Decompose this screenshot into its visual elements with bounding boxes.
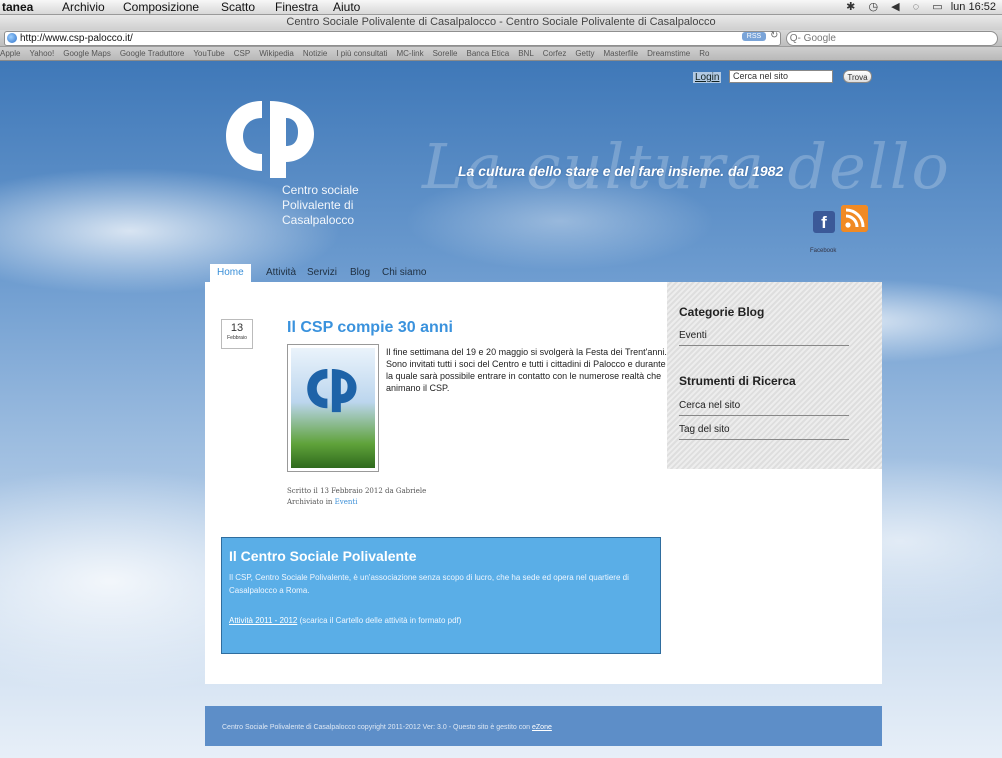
post-thumbnail[interactable] [287, 344, 379, 472]
activities-pdf-link[interactable]: Attività 2011 - 2012 [229, 616, 297, 625]
nav-blog[interactable]: Blog [350, 264, 370, 282]
sidebar-heading-tools: Strumenti di Ricerca [679, 374, 796, 388]
bookmark-item[interactable]: Corfez [543, 49, 567, 58]
bookmark-item[interactable]: I più consultati [336, 49, 387, 58]
nav-attivita[interactable]: Attività [266, 264, 296, 282]
logo-caption: Centro sociale Polivalente di Casalpaloc… [282, 183, 359, 228]
nav-chi-siamo[interactable]: Chi siamo [382, 264, 426, 282]
footer-copyright: Centro Sociale Polivalente di Casalpaloc… [222, 724, 531, 731]
menubar-clock[interactable]: lun 16:52 [951, 1, 996, 13]
bluetooth-icon[interactable]: ✱ [846, 0, 855, 14]
about-download: Attività 2011 - 2012 (scarica il Cartell… [229, 616, 461, 625]
menu-archivio[interactable]: Archivio [62, 0, 105, 14]
main-content: 13 Febbraio Il CSP compie 30 anni Il fin… [205, 282, 882, 684]
mac-menubar: tanea Archivio Composizione Scatto Fines… [0, 0, 1002, 15]
bookmark-item[interactable]: Apple [0, 49, 20, 58]
rss-pill-icon[interactable]: RSS [742, 32, 766, 41]
bookmark-item[interactable]: Yahoo! [29, 49, 54, 58]
bookmark-item[interactable]: Google Maps [63, 49, 111, 58]
sidebar-link-eventi[interactable]: Eventi [679, 330, 849, 346]
post-archive-prefix: Archiviato in [287, 498, 333, 506]
post-meta: Scritto il 13 Febbraio 2012 da Gabriele … [287, 486, 426, 508]
window-title: Centro Sociale Polivalente di Casalpaloc… [0, 15, 1002, 30]
menu-scatto[interactable]: Scatto [221, 0, 255, 14]
bookmark-item[interactable]: Dreamstime [647, 49, 690, 58]
facebook-icon[interactable]: f [813, 211, 835, 233]
bookmark-item[interactable]: Banca Etica [467, 49, 510, 58]
bookmark-item[interactable]: MC-link [396, 49, 423, 58]
footer-ezone-link[interactable]: eZone [532, 724, 552, 731]
csp-logo-icon[interactable] [222, 96, 322, 181]
time-machine-icon[interactable]: ◷ [868, 0, 878, 14]
logo-line-3: Casalpalocco [282, 213, 355, 227]
bookmark-item[interactable]: Ro [699, 49, 709, 58]
footer-text-line: Centro Sociale Polivalente di Casalpaloc… [222, 724, 552, 731]
bookmark-item[interactable]: Wikipedia [259, 49, 294, 58]
bookmark-item[interactable]: Notizie [303, 49, 327, 58]
post-archive-line: Archiviato in Eventi [287, 497, 426, 508]
menu-composizione[interactable]: Composizione [123, 0, 199, 14]
menu-aiuto[interactable]: Aiuto [333, 0, 360, 14]
reload-icon[interactable]: ↻ [770, 30, 778, 41]
bookmark-item[interactable]: Sorelle [433, 49, 458, 58]
about-title: Il Centro Sociale Polivalente [229, 548, 417, 564]
menubar-status: ✱ ◷ ◀ ◌ ▭ lun 16:52 [841, 0, 996, 14]
url-field[interactable]: http://www.csp-palocco.it/ [4, 31, 781, 46]
wifi-icon[interactable]: ◌ [913, 0, 920, 14]
post-author-line: Scritto il 13 Febbraio 2012 da Gabriele [287, 487, 427, 495]
sidebar-link-search[interactable]: Cerca nel sito [679, 400, 849, 416]
activities-pdf-note: (scarica il Cartello delle attività in f… [299, 616, 462, 625]
facebook-label: Facebook [810, 248, 837, 254]
bookmark-item[interactable]: BNL [518, 49, 534, 58]
google-search-input[interactable]: Q- Google [786, 31, 998, 46]
site-tagline: La cultura dello stare e del fare insiem… [458, 163, 784, 179]
bookmark-item[interactable]: CSP [234, 49, 250, 58]
post-excerpt: Il fine settimana del 19 e 20 maggio si … [386, 347, 667, 393]
nav-servizi[interactable]: Servizi [307, 264, 337, 282]
poster-logo-icon [307, 369, 357, 413]
address-toolbar: http://www.csp-palocco.it/ RSS ↻ Q- Goog… [0, 30, 1002, 47]
volume-icon[interactable]: ◀ [891, 0, 899, 14]
nav-home[interactable]: Home [210, 264, 251, 282]
globe-icon [7, 33, 17, 44]
sidebar-link-tags[interactable]: Tag del sito [679, 424, 849, 440]
google-search-placeholder: Q- Google [789, 33, 836, 44]
site-footer: Centro Sociale Polivalente di Casalpaloc… [205, 706, 882, 746]
poster-image [291, 348, 375, 468]
login-link[interactable]: Login [693, 72, 722, 83]
bookmark-item[interactable]: YouTube [193, 49, 224, 58]
menu-finestra[interactable]: Finestra [275, 0, 318, 14]
about-box: Il Centro Sociale Polivalente Il CSP, Ce… [221, 537, 661, 654]
site-search-button[interactable]: Trova [843, 70, 872, 83]
about-text: Il CSP, Centro Sociale Polivalente, è un… [229, 573, 629, 595]
post-date-badge: 13 Febbraio [221, 319, 253, 349]
logo-line-2: Polivalente di [282, 198, 354, 212]
bookmark-item[interactable]: Google Traduttore [120, 49, 184, 58]
rss-feed-icon[interactable] [841, 205, 868, 232]
bookmark-item[interactable]: Masterfile [603, 49, 638, 58]
blog-sidebar: Categorie Blog Eventi Strumenti di Ricer… [667, 282, 882, 469]
bookmarks-bar: Apple Yahoo! Google Maps Google Traduttore Y… [0, 47, 1002, 61]
post-title-link[interactable]: Il CSP compie 30 anni [287, 319, 453, 337]
sidebar-heading-categories: Categorie Blog [679, 305, 765, 319]
site-search-input[interactable] [729, 70, 833, 83]
menu-app[interactable]: tanea [2, 0, 33, 14]
post-category-link[interactable]: Eventi [335, 498, 358, 506]
bookmark-item[interactable]: Getty [575, 49, 594, 58]
post-day: 13 [230, 322, 244, 334]
url-text: http://www.csp-palocco.it/ [20, 33, 133, 44]
battery-icon[interactable]: ▭ [932, 0, 942, 14]
post-month: Febbraio [227, 335, 247, 341]
logo-line-1: Centro sociale [282, 183, 359, 197]
